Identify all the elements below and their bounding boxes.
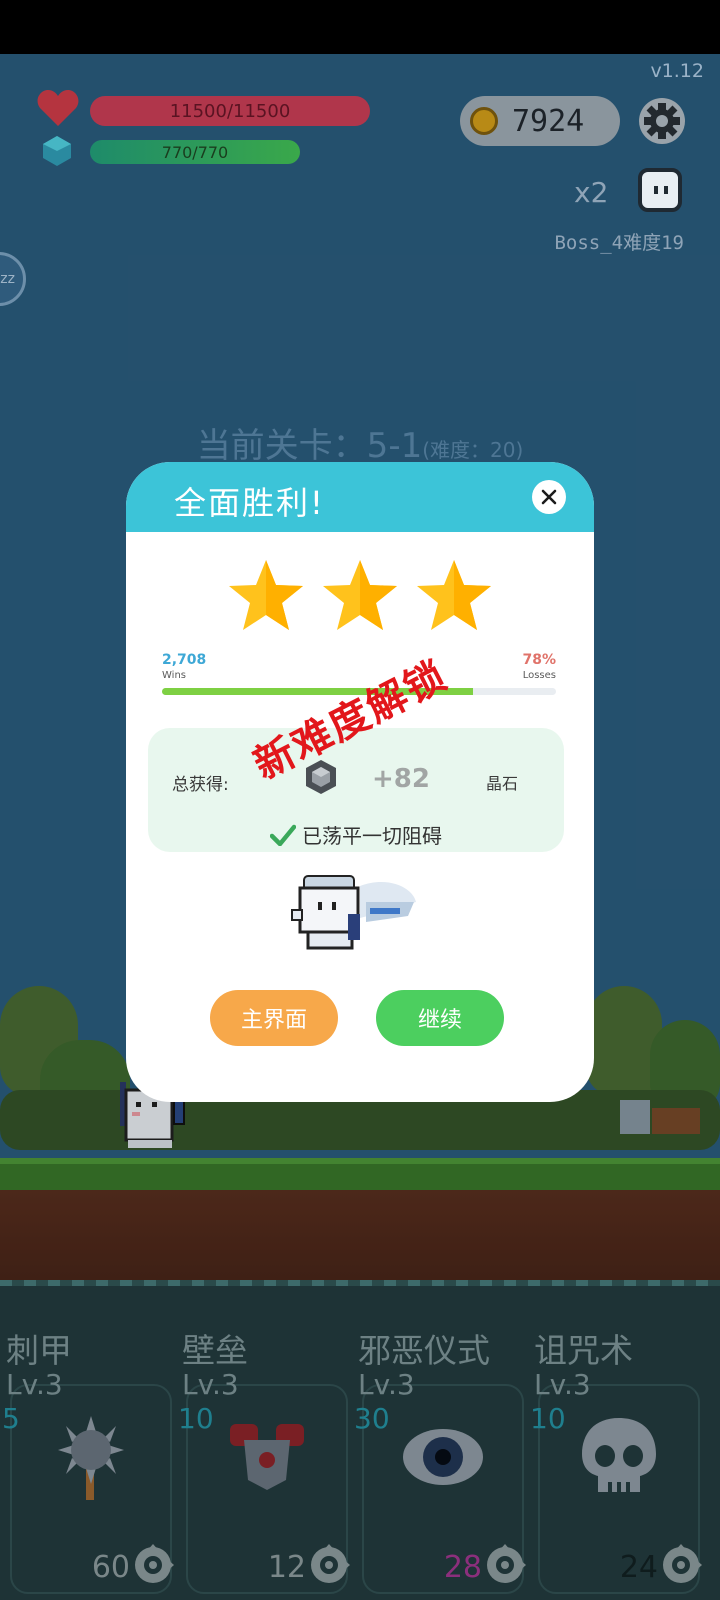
stage-name: 当前关卡：5-1 — [196, 426, 423, 466]
star-icon — [417, 560, 491, 630]
knight-sprite-icon — [291, 875, 416, 950]
skill-count: 12 — [267, 1550, 306, 1585]
skill-name: 诅咒术 — [534, 1331, 633, 1370]
skill-cost: 5 — [2, 1402, 20, 1435]
stage-title: 当前关卡：5-1(难度：20) — [0, 418, 720, 467]
skill-name: 邪恶仪式 — [358, 1331, 490, 1370]
skill-count: 28 — [443, 1550, 482, 1585]
swirl-icon — [135, 1544, 174, 1583]
armor-icon — [230, 1424, 304, 1490]
reward-unit: 晶石 — [486, 774, 519, 793]
cleared-text: 已荡平一切阻碍 — [302, 824, 442, 848]
reward-amount: +82 — [372, 764, 430, 794]
boss-difficulty-label: Boss_4难度19 — [554, 232, 684, 254]
speed-multiplier[interactable]: x2 — [574, 176, 608, 209]
swirl-icon — [487, 1544, 526, 1583]
checkmark-icon — [270, 824, 296, 846]
hp-value: 11500/11500 — [169, 100, 291, 122]
swirl-icon — [663, 1544, 702, 1583]
skill-name: 壁垒 — [182, 1331, 248, 1370]
main-menu-button[interactable]: 主界面 — [210, 990, 338, 1046]
mp-bar: 770/770 — [90, 140, 300, 164]
settings-gear-icon[interactable] — [638, 97, 686, 145]
skill-card-evil-ritual[interactable]: 邪恶仪式 Lv.3 30 28 — [352, 1280, 528, 1600]
boss-ghost-icon[interactable] — [638, 168, 682, 212]
hp-bar: 11500/11500 — [90, 96, 370, 126]
skill-card-curse[interactable]: 诅咒术 Lv.3 10 24 — [528, 1280, 704, 1600]
skull-icon — [582, 1418, 656, 1492]
reward-box: 总获得: +82 晶石 已荡平一切阻碍 — [148, 728, 564, 852]
status-bar — [0, 0, 720, 54]
skill-name: 刺甲 — [6, 1331, 72, 1370]
coin-value: 7924 — [512, 103, 585, 139]
heart-icon — [37, 90, 79, 126]
skill-card-bulwark[interactable]: 壁垒 Lv.3 10 12 — [176, 1280, 352, 1600]
skill-level: Lv.3 — [6, 1368, 63, 1401]
losses-label: Losses — [522, 670, 556, 681]
close-button[interactable] — [532, 480, 566, 514]
wins-label: Wins — [162, 670, 186, 681]
skill-level: Lv.3 — [182, 1368, 239, 1401]
continue-button[interactable]: 继续 — [376, 990, 504, 1046]
swirl-icon — [311, 1544, 350, 1583]
close-icon — [541, 489, 557, 505]
skill-cost: 10 — [178, 1402, 214, 1435]
coin-counter: 7924 — [460, 96, 620, 146]
skill-count: 60 — [91, 1550, 130, 1585]
cleared-row: 已荡平一切阻碍 — [148, 820, 564, 849]
auto-sleep-label: zz — [0, 271, 15, 287]
coin-icon — [470, 107, 498, 135]
wins-value: 2,708 — [162, 652, 207, 668]
stage-difficulty: (难度：20) — [422, 438, 524, 462]
skill-cost: 30 — [354, 1402, 390, 1435]
victory-dialog: 全面胜利! 2,708 Wins 78% Losses 总获得: +82 晶石 … — [126, 462, 594, 1102]
version-label: v1.12 — [650, 60, 704, 82]
star-rating — [126, 558, 594, 632]
reward-label: 总获得: — [172, 775, 229, 795]
star-icon — [229, 560, 303, 630]
game-screen: v1.12 11500/11500 770/770 7924 x2 Boss_4… — [0, 0, 720, 1600]
spiked-mace-icon — [58, 1416, 124, 1500]
eye-icon — [403, 1429, 483, 1485]
dialog-title: 全面胜利! — [174, 484, 325, 522]
dialog-header: 全面胜利! — [126, 462, 594, 532]
star-icon — [323, 560, 397, 630]
mana-gem-icon — [43, 136, 71, 166]
skill-cost: 10 — [530, 1402, 566, 1435]
skill-count: 24 — [619, 1550, 658, 1585]
skill-level: Lv.3 — [358, 1368, 415, 1401]
skill-card-thorn-armor[interactable]: 刺甲 Lv.3 5 60 — [0, 1280, 176, 1600]
skill-level: Lv.3 — [534, 1368, 591, 1401]
losses-value: 78% — [522, 652, 556, 668]
mp-value: 770/770 — [161, 142, 229, 162]
